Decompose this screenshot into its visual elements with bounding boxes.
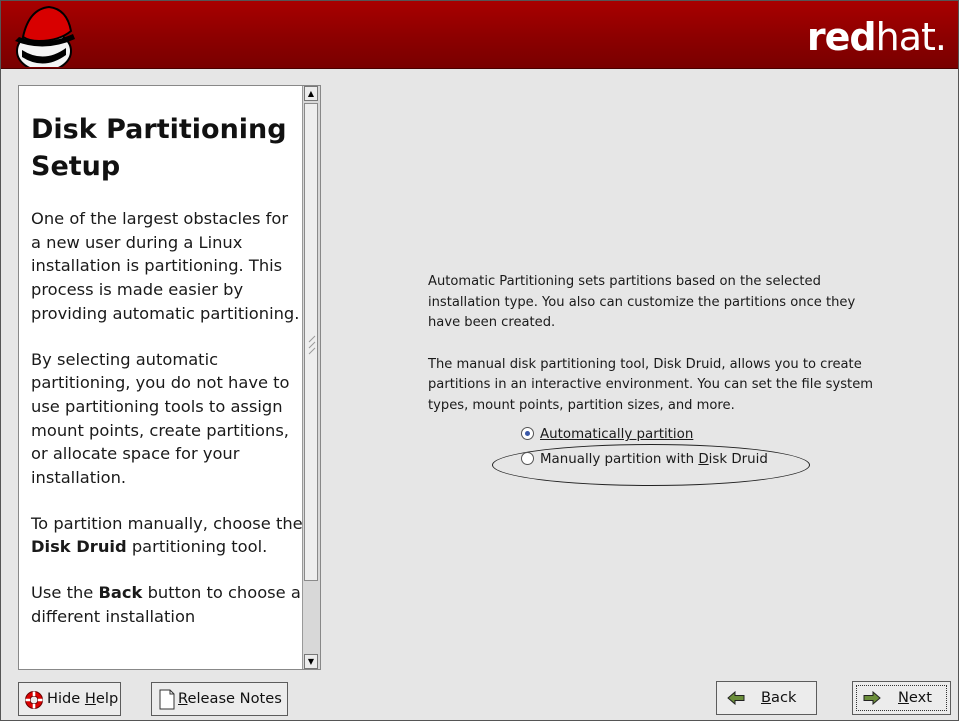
help-panel[interactable]: Disk Partitioning Setup One of the large…	[18, 85, 321, 670]
next-text: ext	[908, 689, 933, 706]
release-notes-button[interactable]: Release Notes	[151, 682, 288, 716]
next-button[interactable]: Next	[852, 681, 951, 715]
help-scrollbar[interactable]: ▲ ▼	[302, 86, 320, 669]
main-description: Automatic Partitioning sets partitions b…	[428, 272, 878, 437]
radio-unselected-icon[interactable]	[521, 451, 534, 465]
back-label: Back	[761, 682, 796, 714]
help-p4-text: Use the	[31, 583, 99, 603]
header-banner: redhat.	[1, 1, 958, 69]
hide-help-label: Hide Help	[47, 683, 118, 715]
help-p3-text-end: partitioning tool.	[126, 537, 268, 557]
scrollbar-thumb[interactable]	[304, 103, 318, 581]
document-icon	[159, 689, 175, 710]
hide-help-text-end: elp	[95, 690, 119, 707]
manual-label-pre: Manually partition with	[540, 452, 699, 467]
radio-selected-icon[interactable]	[521, 426, 534, 440]
auto-partition-label[interactable]: Automatically partition	[540, 427, 693, 442]
help-p4-bold: Back	[98, 583, 143, 603]
lifebuoy-icon	[25, 691, 43, 709]
next-label: Next	[898, 682, 932, 714]
release-notes-label: Release Notes	[178, 683, 282, 715]
redhat-shadowman-logo-icon	[15, 5, 75, 67]
help-title: Disk Partitioning Setup	[31, 114, 287, 182]
brand-light-text: hat.	[875, 15, 947, 59]
release-notes-text: elease Notes	[187, 690, 282, 707]
hide-help-text: Hide	[47, 690, 85, 707]
next-mnemonic: N	[898, 689, 909, 706]
brand-wordmark: redhat.	[806, 15, 947, 59]
scroll-up-arrow-icon[interactable]: ▲	[304, 86, 318, 101]
back-button[interactable]: Back	[716, 681, 817, 715]
grip-icon	[308, 335, 316, 355]
brand-bold-text: red	[806, 15, 877, 59]
back-text: ack	[771, 689, 797, 706]
auto-partition-radio[interactable]: Automatically partition	[521, 425, 693, 445]
manual-label-post: isk Druid	[708, 452, 768, 467]
manual-partition-label[interactable]: Manually partition with Disk Druid	[540, 452, 768, 467]
help-paragraph-3: To partition manually, choose the Disk D…	[31, 512, 303, 559]
installer-window: redhat. Disk Partitioning Setup One of t…	[0, 0, 959, 721]
help-content: Disk Partitioning Setup One of the large…	[31, 111, 303, 629]
hide-help-mnemonic: H	[84, 690, 96, 707]
help-paragraph-2: By selecting automatic partitioning, you…	[31, 349, 290, 488]
back-mnemonic: B	[761, 689, 772, 706]
arrow-right-icon	[863, 691, 881, 705]
manual-partition-radio[interactable]: Manually partition with Disk Druid	[521, 450, 768, 470]
hide-help-button[interactable]: Hide Help	[18, 682, 121, 716]
main-paragraph-2: The manual disk partitioning tool, Disk …	[428, 356, 874, 413]
arrow-left-icon	[727, 691, 745, 705]
manual-label-mnemonic: D	[698, 452, 709, 467]
help-p3-text: To partition manually, choose the	[31, 513, 303, 533]
help-p3-bold: Disk Druid	[31, 537, 127, 557]
scroll-down-arrow-icon[interactable]: ▼	[304, 654, 318, 669]
help-paragraph-1: One of the largest obstacles for a new u…	[31, 209, 300, 323]
main-paragraph-1: Automatic Partitioning sets partitions b…	[428, 274, 856, 330]
help-paragraph-4: Use the Back button to choose a differen…	[31, 581, 303, 628]
